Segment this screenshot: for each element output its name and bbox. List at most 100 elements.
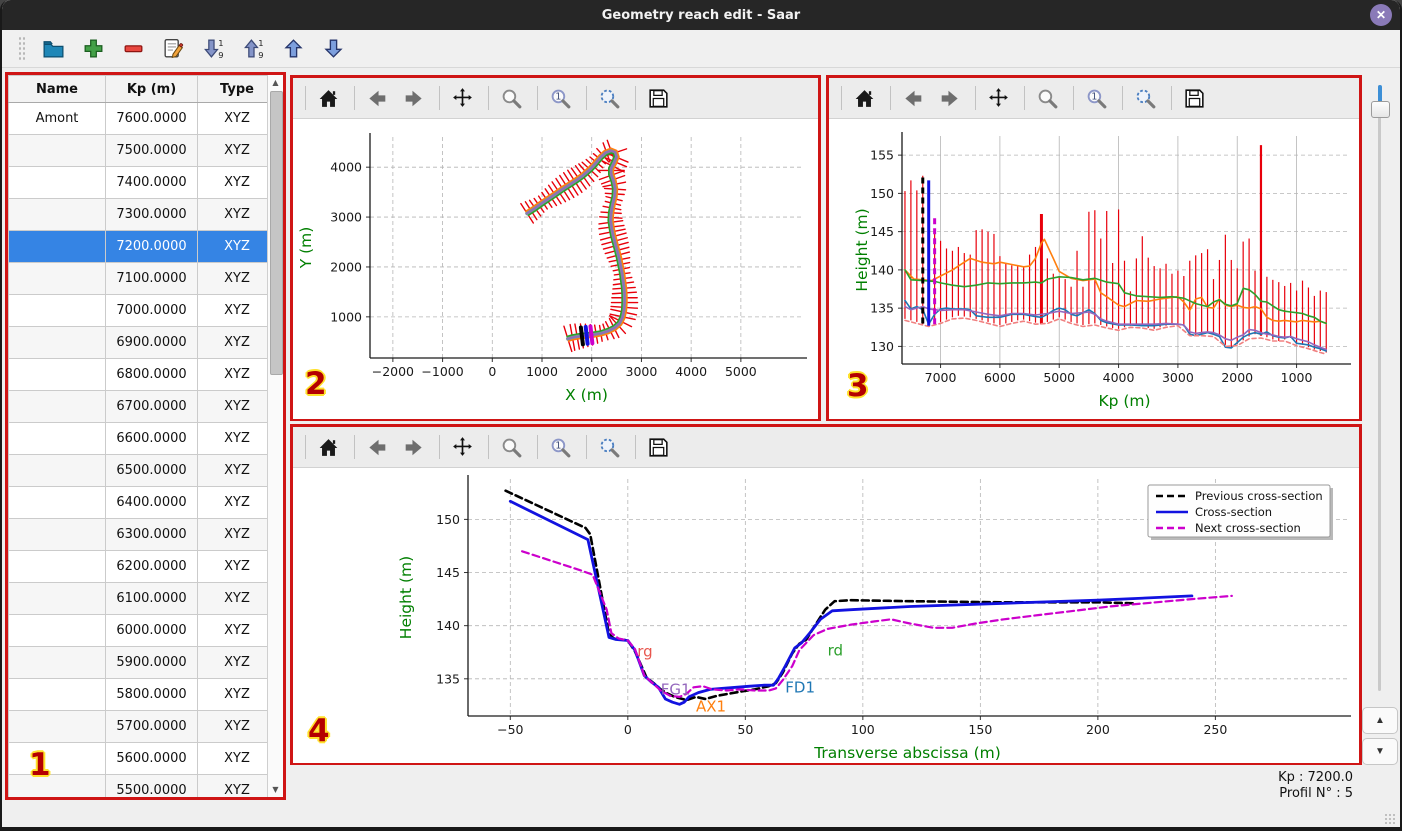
svg-text:140: 140: [870, 262, 894, 277]
table-row[interactable]: 6800.0000 XYZ: [8, 358, 267, 391]
save-button[interactable]: [644, 431, 676, 463]
column-header-type[interactable]: Type: [197, 75, 267, 103]
profile-plot-toolbar: 1: [829, 78, 1359, 119]
zoom-fit-button[interactable]: [1131, 82, 1163, 114]
table-row[interactable]: 6200.0000 XYZ: [8, 550, 267, 583]
remove-profile-button[interactable]: [119, 34, 149, 64]
zoom-one-button[interactable]: 1: [546, 82, 578, 114]
svg-text:150: 150: [968, 722, 992, 737]
home-button[interactable]: [850, 82, 882, 114]
profile-table: Name Kp (m) Type Amont 7600.0000 XYZ 7500.0…: [8, 75, 267, 797]
profile-up-button[interactable]: ▲: [1362, 707, 1398, 734]
toolbar-separator: [1024, 86, 1025, 110]
save-button[interactable]: [644, 82, 676, 114]
toolbar-separator: [890, 86, 891, 110]
scroll-up-icon[interactable]: ▲: [268, 78, 283, 87]
cross-section-plot[interactable]: −50 0 50 100 150 200 250 135 140 145 150 Transverse…: [293, 468, 1359, 763]
table-row[interactable]: 7300.0000 XYZ: [8, 198, 267, 231]
svg-text:0: 0: [624, 722, 632, 737]
svg-text:9: 9: [218, 50, 223, 60]
table-row[interactable]: 6700.0000 XYZ: [8, 390, 267, 423]
svg-text:Kp (m): Kp (m): [1098, 392, 1150, 410]
forward-button[interactable]: [935, 82, 967, 114]
forward-button[interactable]: [399, 82, 431, 114]
home-button[interactable]: [314, 82, 346, 114]
table-scrollbar[interactable]: ▲ ▼: [267, 75, 283, 797]
table-row[interactable]: 6500.0000 XYZ: [8, 454, 267, 487]
profile-table-body: Amont 7600.0000 XYZ 7500.0000 XYZ 7400.0000 XY…: [8, 102, 267, 797]
table-row[interactable]: 5800.0000 XYZ: [8, 678, 267, 711]
table-row[interactable]: 6600.0000 XYZ: [8, 422, 267, 455]
home-icon: [855, 89, 874, 107]
column-header-kp[interactable]: Kp (m): [105, 75, 198, 103]
profile-down-button[interactable]: ▼: [1362, 738, 1398, 765]
toolbar-grip[interactable]: [18, 35, 27, 62]
sort-descending-button[interactable]: 19: [199, 34, 229, 64]
profile-position-slider[interactable]: [1365, 77, 1393, 701]
zoom-button[interactable]: [497, 431, 529, 463]
forward-button[interactable]: [399, 431, 431, 463]
highlighted-sections: [578, 324, 595, 347]
longitudinal-profile-plot[interactable]: 7000 6000 5000 4000 3000 2000 1000 130 135 140 145…: [829, 119, 1359, 419]
svg-text:135: 135: [436, 671, 460, 686]
back-button[interactable]: [363, 431, 395, 463]
zoom-button[interactable]: [497, 82, 529, 114]
edit-button[interactable]: [159, 34, 189, 64]
pan-button[interactable]: [448, 82, 480, 114]
slider-track[interactable]: [1378, 85, 1381, 691]
toolbar-separator: [488, 86, 489, 110]
table-row[interactable]: 6000.0000 XYZ: [8, 614, 267, 647]
table-row[interactable]: 7100.0000 XYZ: [8, 262, 267, 295]
table-row[interactable]: 7400.0000 XYZ: [8, 166, 267, 199]
table-row[interactable]: 5900.0000 XYZ: [8, 646, 267, 679]
column-header-name[interactable]: Name: [8, 75, 106, 103]
table-row[interactable]: 6100.0000 XYZ: [8, 582, 267, 615]
toolbar-separator: [1171, 86, 1172, 110]
toolbar-separator: [439, 435, 440, 459]
table-row[interactable]: 7200.0000 XYZ: [8, 230, 267, 263]
back-button[interactable]: [899, 82, 931, 114]
pan-button[interactable]: [448, 431, 480, 463]
table-row[interactable]: Amont 7600.0000 XYZ: [8, 102, 267, 135]
resize-grip[interactable]: [1384, 813, 1396, 825]
annotation-FG1: FG1: [661, 681, 691, 699]
minus-icon: [124, 45, 143, 53]
svg-text:2000: 2000: [330, 259, 362, 274]
scrollbar-thumb[interactable]: [270, 91, 283, 375]
table-row[interactable]: 7000.0000 XYZ: [8, 294, 267, 327]
table-row[interactable]: 6900.0000 XYZ: [8, 326, 267, 359]
svg-text:1: 1: [555, 91, 561, 102]
pan-button[interactable]: [984, 82, 1016, 114]
plan-plot[interactable]: −2000 −1000 0 1000 2000 3000 4000 5000 1000 2000 3…: [293, 119, 818, 419]
slider-handle[interactable]: [1371, 101, 1390, 118]
add-profile-button[interactable]: [79, 34, 109, 64]
zoom-fit-button[interactable]: [595, 82, 627, 114]
home-button[interactable]: [314, 431, 346, 463]
table-row[interactable]: 6300.0000 XYZ: [8, 518, 267, 551]
status-kp: Kp : 7200.0: [1278, 770, 1353, 785]
toolbar-separator: [975, 86, 976, 110]
zoom-fit-button[interactable]: [595, 431, 627, 463]
forward-icon: [405, 90, 422, 106]
table-row[interactable]: 6400.0000 XYZ: [8, 486, 267, 519]
svg-text:X (m): X (m): [565, 386, 608, 404]
sort-ascending-button[interactable]: 19: [239, 34, 269, 64]
svg-text:4000: 4000: [330, 160, 362, 175]
close-button[interactable]: ✕: [1370, 4, 1392, 26]
zoom-one-button[interactable]: 1: [546, 431, 578, 463]
titlebar[interactable]: Geometry reach edit - Saar ✕: [2, 0, 1400, 30]
save-button[interactable]: [1180, 82, 1212, 114]
scroll-down-icon[interactable]: ▼: [268, 785, 283, 794]
back-button[interactable]: [363, 82, 395, 114]
table-header-row: Name Kp (m) Type: [8, 75, 267, 103]
svg-text:155: 155: [870, 148, 894, 163]
zoom-button[interactable]: [1033, 82, 1065, 114]
table-row[interactable]: 7500.0000 XYZ: [8, 134, 267, 167]
zoom-one-button[interactable]: 1: [1082, 82, 1114, 114]
svg-text:3000: 3000: [330, 210, 362, 225]
move-up-button[interactable]: [279, 34, 309, 64]
panel-number-3: 3: [847, 368, 869, 404]
open-button[interactable]: [39, 34, 69, 64]
table-row[interactable]: 5700.0000 XYZ: [8, 710, 267, 743]
move-down-button[interactable]: [319, 34, 349, 64]
